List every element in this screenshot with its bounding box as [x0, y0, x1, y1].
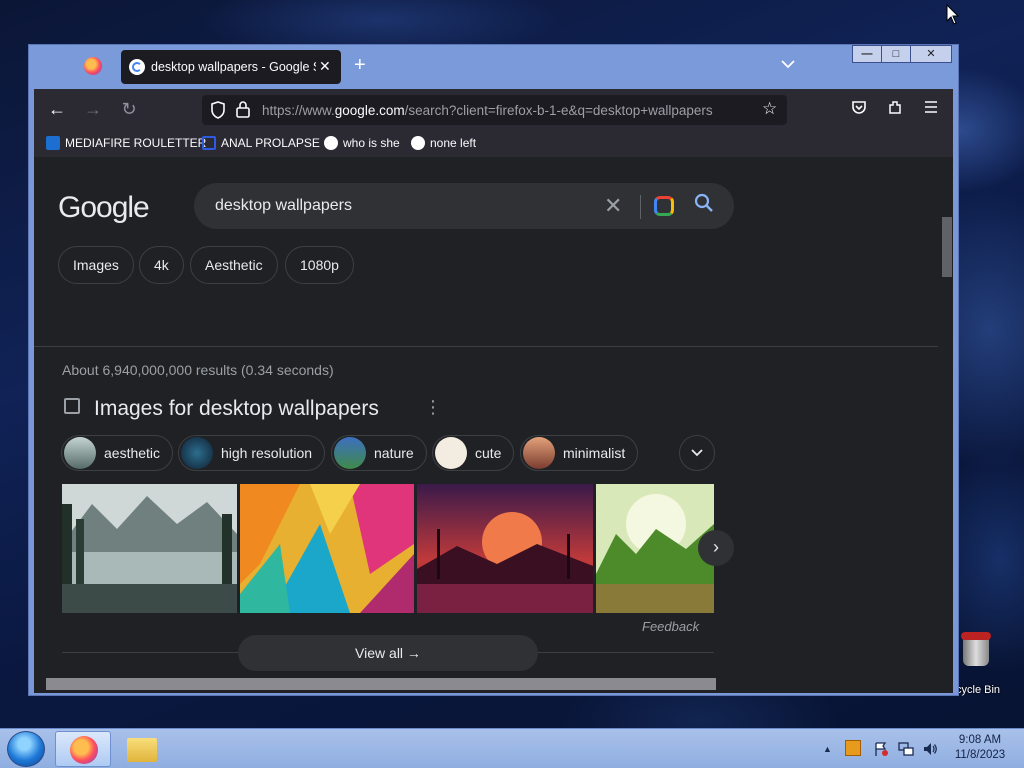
pocket-icon[interactable]: [851, 99, 867, 115]
feedback-link[interactable]: Feedback: [642, 619, 699, 634]
bookmark-who-is-she[interactable]: who is she: [324, 136, 400, 150]
image-result-colorful-feathers[interactable]: [240, 484, 414, 613]
bookmark-anal-prolapse[interactable]: ANAL PROLAPSE: [202, 136, 320, 150]
thumbnail-minimalist: [523, 437, 555, 469]
firefox-icon: [70, 736, 98, 764]
list-all-tabs-icon[interactable]: [781, 58, 795, 72]
search-input[interactable]: desktop wallpapers: [215, 197, 352, 215]
image-result-mountain-lake[interactable]: [62, 484, 237, 613]
mouse-cursor-icon: [946, 4, 960, 25]
tab-bar: desktop wallpapers - Google Se ✕ + — □ ✕: [29, 45, 958, 89]
volume-icon[interactable]: [922, 741, 938, 757]
extensions-icon[interactable]: [887, 99, 903, 115]
tracking-protection-shield-icon[interactable]: [210, 101, 226, 119]
lock-icon[interactable]: [235, 100, 251, 118]
thumbnail-aesthetic: [64, 437, 96, 469]
system-clock[interactable]: 9:08 AM 11/8/2023: [950, 733, 1010, 763]
menu-icon[interactable]: [923, 99, 939, 115]
back-button[interactable]: ←: [46, 99, 68, 120]
thumbnail-high-resolution: [181, 437, 213, 469]
clock-date: 11/8/2023: [954, 749, 1006, 761]
more-options-icon[interactable]: ⋮: [424, 397, 442, 418]
minimize-button[interactable]: —: [852, 45, 882, 63]
expand-chips-icon[interactable]: [679, 435, 715, 471]
tray-app-icon[interactable]: [845, 740, 861, 756]
subchip-nature[interactable]: nature: [331, 435, 427, 471]
recycle-bin-label: cycle Bin: [956, 684, 1001, 696]
thumbnail-cute: [435, 437, 467, 469]
clock-time: 9:08 AM: [958, 734, 1002, 746]
images-section-title[interactable]: Images for desktop wallpapers: [94, 397, 379, 421]
bookmarks-toolbar: MEDIAFIRE ROULETTER ANAL PROLAPSE who is…: [34, 131, 953, 157]
navigation-toolbar: ← → ↻ https://www.google.com/search?clie…: [34, 89, 953, 131]
tab-close-icon[interactable]: ✕: [319, 58, 331, 75]
search-icon[interactable]: [694, 193, 714, 213]
chip-1080p[interactable]: 1080p: [285, 246, 354, 284]
divider: [34, 346, 938, 347]
url-bar[interactable]: https://www.google.com/search?client=fir…: [202, 95, 787, 125]
taskbar: ▲ 9:08 AM 11/8/2023: [0, 728, 1024, 768]
url-text[interactable]: https://www.google.com/search?client=fir…: [262, 103, 713, 118]
subchip-cute[interactable]: cute: [432, 435, 515, 471]
action-center-flag-icon[interactable]: [873, 741, 889, 757]
google-icon: [324, 136, 338, 150]
maximize-button[interactable]: □: [881, 45, 911, 63]
bookmark-star-icon[interactable]: ☆: [762, 99, 777, 119]
firefox-view-icon[interactable]: [84, 57, 102, 75]
network-icon[interactable]: [898, 741, 914, 757]
start-button[interactable]: [7, 731, 45, 767]
search-divider: [640, 195, 641, 219]
new-tab-button[interactable]: +: [354, 55, 366, 75]
results-stats: About 6,940,000,000 results (0.34 second…: [62, 362, 334, 378]
taskbar-firefox[interactable]: [55, 731, 111, 767]
recycle-bin[interactable]: cycle Bin: [950, 628, 1024, 700]
forward-button[interactable]: →: [82, 99, 104, 120]
google-lens-icon[interactable]: [654, 196, 674, 216]
bookmark-mediafire-rouletter[interactable]: MEDIAFIRE ROULETTER: [46, 136, 206, 150]
google-icon: [411, 136, 425, 150]
horizontal-scrollbar[interactable]: [34, 675, 938, 691]
subchip-aesthetic[interactable]: aesthetic: [61, 435, 174, 471]
page-content: Google desktop wallpapers ✕ Images 4k Ae…: [34, 157, 953, 693]
subchip-high-resolution[interactable]: high resolution: [178, 435, 326, 471]
clear-search-icon[interactable]: ✕: [604, 193, 622, 219]
chip-images[interactable]: Images: [58, 246, 134, 284]
close-window-button[interactable]: ✕: [910, 45, 952, 63]
image-result-sunset-palms[interactable]: [417, 484, 593, 613]
google-favicon-icon: [129, 59, 145, 75]
subchip-minimalist[interactable]: minimalist: [520, 435, 639, 471]
search-box[interactable]: desktop wallpapers ✕: [194, 183, 734, 229]
google-logo[interactable]: Google: [58, 191, 150, 225]
next-images-icon[interactable]: ›: [698, 530, 734, 566]
bookmark-blue-icon: [202, 136, 216, 150]
image-result-forest-pond[interactable]: [596, 484, 714, 613]
firefox-window: desktop wallpapers - Google Se ✕ + — □ ✕…: [28, 44, 959, 696]
tab-title: desktop wallpapers - Google Se: [151, 60, 316, 74]
vertical-scroll-thumb[interactable]: [942, 217, 952, 277]
recycle-bin-lid: [961, 632, 991, 640]
image-icon: [64, 398, 80, 414]
reload-button[interactable]: ↻: [118, 99, 140, 120]
vertical-scrollbar[interactable]: [940, 205, 953, 693]
thumbnail-nature: [334, 437, 366, 469]
taskbar-file-explorer[interactable]: [113, 731, 169, 767]
view-all-button[interactable]: View all →: [238, 635, 538, 671]
horizontal-scroll-thumb[interactable]: [46, 678, 716, 690]
bookmark-none-left[interactable]: none left: [411, 136, 476, 150]
mediafire-icon: [46, 136, 60, 150]
chip-4k[interactable]: 4k: [139, 246, 184, 284]
tab-google-search[interactable]: desktop wallpapers - Google Se ✕: [121, 50, 341, 84]
folder-icon: [127, 738, 157, 762]
chip-aesthetic[interactable]: Aesthetic: [190, 246, 278, 284]
show-hidden-icons[interactable]: ▲: [823, 744, 832, 754]
